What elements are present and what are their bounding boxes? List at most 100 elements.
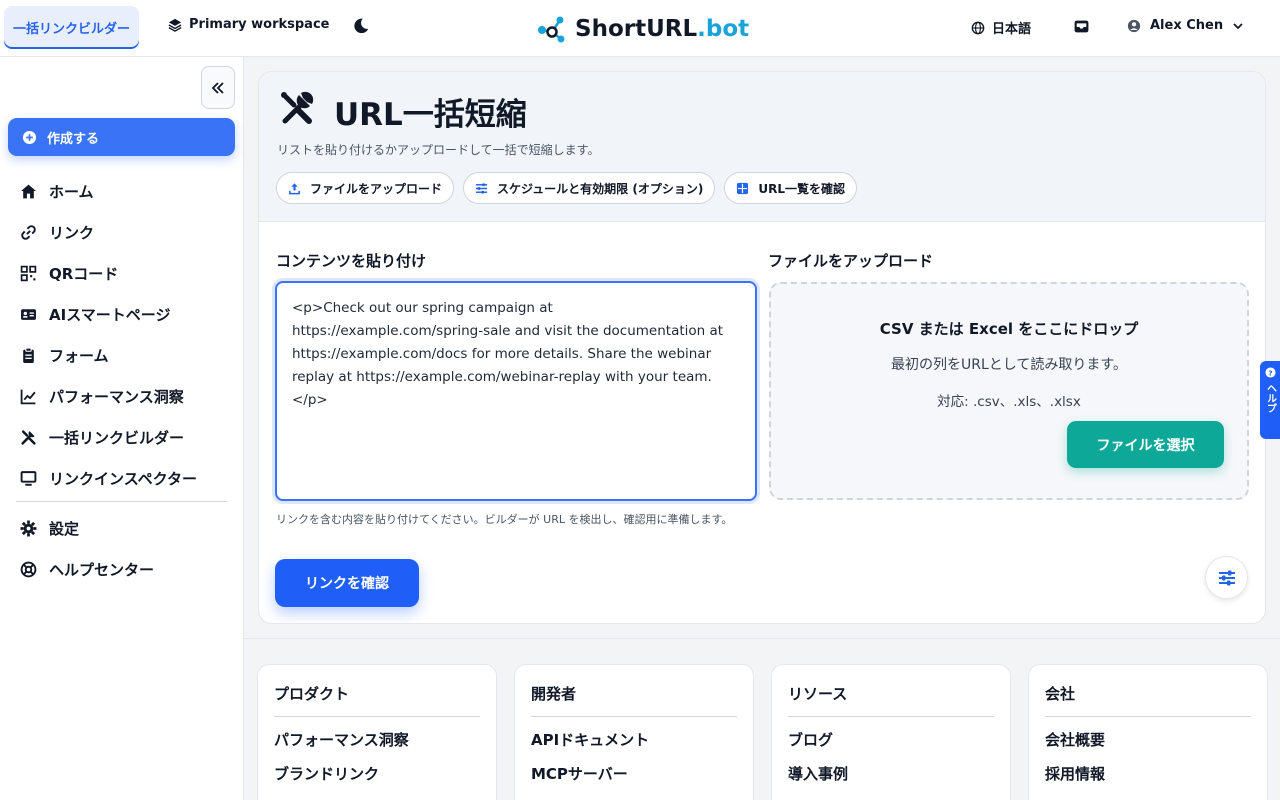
footer-column-title: 会社 [1045, 683, 1251, 717]
home-icon [21, 184, 36, 199]
page-title: URL一括短縮 [334, 97, 527, 133]
footer-link[interactable]: 会社概要 [1045, 729, 1251, 763]
sidebar-item-label: パフォーマンス洞察 [49, 388, 184, 406]
footer-link[interactable]: ブログ [788, 729, 994, 763]
logo[interactable]: ShortURL.bot [537, 14, 749, 44]
tools-icon [281, 91, 314, 124]
sidebar-item-help-center[interactable]: ヘルプセンター [20, 549, 235, 590]
top-bar: 一括リンクビルダー Primary workspace ShortURL.bot… [0, 0, 1280, 57]
svg-text:?: ? [1268, 368, 1272, 377]
bulk-shorten-card: URL一括短縮 リストを貼り付けるかアップロードして一括で短縮します。 ファイル… [258, 71, 1266, 624]
user-name: Alex Chen [1150, 18, 1224, 33]
confirm-links-button[interactable]: リンクを確認 [275, 559, 419, 607]
upload-label: ファイルをアップロード [768, 252, 934, 270]
dropzone-supported-formats: 対応: .csv、.xls、.xlsx [937, 394, 1081, 410]
sidebar-item-ai-smart-page[interactable]: AIスマートページ [20, 294, 235, 335]
footer-link[interactable]: 導入事例 [788, 763, 994, 797]
sidebar-item-home[interactable]: ホーム [20, 171, 235, 212]
sidebar-item-label: リンクインスペクター [49, 470, 198, 488]
options-fab-button[interactable] [1205, 556, 1248, 599]
create-button[interactable]: 作成する [8, 118, 235, 156]
qr-icon [20, 265, 37, 282]
sidebar-item-label: フォーム [49, 347, 109, 365]
tools-icon [21, 430, 36, 445]
inbox-icon[interactable] [1073, 18, 1090, 35]
sidebar-nav: ホーム リンク QRコード AIスマートページ フォーム パフォーマンス洞察 一… [20, 171, 235, 499]
footer-column-product: プロダクト パフォーマンス洞察 ブランドリンク [257, 664, 497, 800]
lifebuoy-icon [20, 561, 37, 578]
footer-link[interactable]: ブランドリンク [274, 763, 480, 797]
collapse-sidebar-button[interactable] [201, 66, 235, 109]
sidebar-item-qr-codes[interactable]: QRコード [20, 253, 235, 294]
footer-link[interactable]: MCPサーバー [531, 763, 737, 797]
link-icon [21, 225, 36, 240]
footer-column-developers: 開発者 APIドキュメント MCPサーバー [514, 664, 754, 800]
footer-column-title: 開発者 [531, 683, 737, 717]
user-menu[interactable]: Alex Chen [1127, 18, 1244, 33]
sidebar: 作成する ホーム リンク QRコード AIスマートページ フォーム パフォーマン… [0, 57, 244, 800]
clipboard-icon [23, 347, 34, 363]
footer-column-company: 会社 会社概要 採用情報 [1028, 664, 1268, 800]
chip-upload-file[interactable]: ファイルをアップロード [276, 172, 455, 204]
sidebar-item-forms[interactable]: フォーム [20, 335, 235, 376]
share-nodes-icon [538, 16, 565, 43]
chevron-down-icon [1233, 22, 1243, 29]
sidebar-divider [16, 501, 227, 502]
footer-link[interactable]: パフォーマンス洞察 [274, 729, 480, 763]
sliders-icon [1218, 570, 1235, 585]
plus-circle-icon [22, 130, 37, 144]
sidebar-item-links[interactable]: リンク [20, 212, 235, 253]
user-circle-icon [1127, 19, 1141, 32]
page-subtitle: リストを貼り付けるかアップロードして一括で短縮します。 [277, 143, 600, 157]
sidebar-item-label: ホーム [49, 183, 94, 201]
chip-schedule-expiry[interactable]: スケジュールと有効期限 (オプション) [463, 172, 716, 204]
help-side-tab[interactable]: ? ヘルプ [1260, 361, 1280, 439]
dropzone-description: 最初の列をURLとして読み取ります。 [891, 357, 1127, 373]
footer-link[interactable]: APIドキュメント [531, 729, 737, 763]
logo-tld: .bot [697, 16, 750, 42]
sidebar-item-settings[interactable]: 設定 [20, 508, 235, 549]
moon-icon[interactable] [352, 17, 370, 35]
select-file-button[interactable]: ファイルを選択 [1067, 421, 1224, 468]
sidebar-item-bulk-builder[interactable]: 一括リンクビルダー [20, 417, 235, 458]
language-label: 日本語 [992, 22, 1032, 37]
logo-text: ShortURL [575, 16, 698, 42]
chip-review-urls[interactable]: URL一覧を確認 [724, 172, 857, 204]
upload-icon [289, 182, 300, 194]
footer-link[interactable]: 採用情報 [1045, 763, 1251, 797]
sidebar-item-performance[interactable]: パフォーマンス洞察 [20, 376, 235, 417]
sliders-icon [475, 182, 488, 194]
workspace-name: Primary workspace [189, 17, 330, 32]
double-chevron-left-icon [211, 81, 224, 94]
paste-hint: リンクを含む内容を貼り付けてください。ビルダーが URL を検出し、確認用に準備… [276, 513, 733, 526]
sidebar-secondary-nav: 設定 ヘルプセンター [20, 508, 235, 590]
chart-line-icon [20, 389, 36, 405]
tab-bulk-link-builder[interactable]: 一括リンクビルダー [4, 6, 139, 49]
sidebar-item-link-inspector[interactable]: リンクインスペクター [20, 458, 235, 499]
file-dropzone[interactable]: CSV または Excel をここにドロップ 最初の列をURLとして読み取ります… [769, 282, 1249, 500]
action-chips: ファイルをアップロード スケジュールと有効期限 (オプション) URL一覧を確認 [276, 172, 857, 204]
create-label: 作成する [47, 131, 100, 147]
table-icon [737, 182, 749, 194]
chip-label: ファイルをアップロード [310, 181, 443, 196]
question-circle-icon: ? [1264, 367, 1276, 378]
layers-icon [168, 18, 182, 32]
paste-content-textarea[interactable]: <p>Check out our spring campaign at http… [275, 281, 757, 501]
language-selector[interactable]: 日本語 [971, 18, 1031, 37]
id-card-icon [21, 309, 36, 320]
dropzone-title: CSV または Excel をここにドロップ [879, 320, 1139, 338]
help-tab-label: ヘルプ [1264, 383, 1276, 413]
sidebar-item-label: 設定 [49, 520, 80, 538]
paste-label: コンテンツを貼り付け [276, 252, 427, 270]
footer: プロダクト パフォーマンス洞察 ブランドリンク 開発者 APIドキュメント MC… [244, 638, 1280, 800]
card-header: URL一括短縮 リストを貼り付けるかアップロードして一括で短縮します。 ファイル… [259, 72, 1265, 222]
workspace-switcher[interactable]: Primary workspace [168, 17, 329, 32]
monitor-icon [20, 471, 37, 486]
sidebar-item-label: AIスマートページ [49, 306, 171, 324]
sidebar-item-label: ヘルプセンター [49, 561, 155, 579]
sidebar-item-label: QRコード [49, 265, 119, 283]
chip-label: スケジュールと有効期限 (オプション) [497, 181, 704, 196]
globe-icon [971, 21, 985, 34]
footer-column-resources: リソース ブログ 導入事例 [771, 664, 1011, 800]
gear-icon [20, 520, 37, 537]
